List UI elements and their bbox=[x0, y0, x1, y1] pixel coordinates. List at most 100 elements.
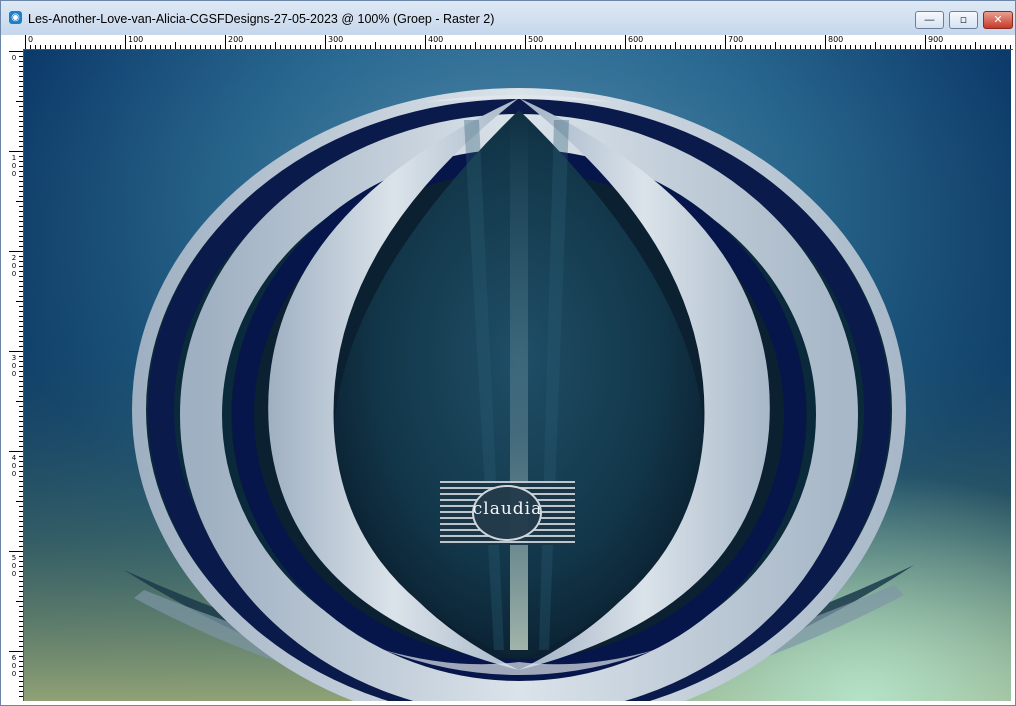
ruler-tick bbox=[940, 45, 941, 49]
ruler-tick bbox=[470, 45, 471, 49]
ruler-tick bbox=[9, 451, 23, 452]
ruler-tick bbox=[265, 45, 266, 49]
ruler-tick bbox=[195, 45, 196, 49]
ruler-tick bbox=[19, 621, 23, 622]
image-canvas[interactable]: claudia bbox=[24, 50, 1011, 701]
horizontal-ruler[interactable]: 0 100 200 300 400 500 600 700 800 900 bbox=[23, 35, 1013, 50]
app-icon: ◉ bbox=[9, 11, 22, 24]
ruler-tick bbox=[19, 406, 23, 407]
ruler-tick bbox=[19, 286, 23, 287]
ruler-tick bbox=[19, 441, 23, 442]
ruler-tick bbox=[840, 45, 841, 49]
ruler-tick bbox=[19, 446, 23, 447]
ruler-tick bbox=[120, 45, 121, 49]
ruler-tick bbox=[825, 35, 826, 49]
ruler-tick bbox=[755, 45, 756, 49]
ruler-tick bbox=[990, 45, 991, 49]
ruler-tick bbox=[16, 401, 23, 402]
ruler-tick bbox=[290, 45, 291, 49]
ruler-tick bbox=[19, 691, 23, 692]
ruler-tick bbox=[480, 45, 481, 49]
ruler-tick bbox=[40, 45, 41, 49]
ruler-tick bbox=[19, 281, 23, 282]
ruler-tick bbox=[19, 126, 23, 127]
ruler-tick bbox=[205, 45, 206, 49]
ruler-tick bbox=[960, 45, 961, 49]
ruler-tick bbox=[155, 45, 156, 49]
ruler-tick bbox=[19, 381, 23, 382]
ruler-tick bbox=[19, 456, 23, 457]
ruler-tick bbox=[130, 45, 131, 49]
ruler-tick bbox=[95, 45, 96, 49]
ruler-corner[interactable] bbox=[9, 35, 24, 50]
ruler-tick bbox=[19, 211, 23, 212]
title-bar[interactable]: ◉ Les-Another-Love-van-Alicia-CGSFDesign… bbox=[1, 1, 1015, 36]
ruler-tick bbox=[385, 45, 386, 49]
ruler-tick bbox=[19, 661, 23, 662]
ruler-tick bbox=[425, 35, 426, 49]
ruler-tick bbox=[180, 45, 181, 49]
ruler-tick bbox=[510, 45, 511, 49]
minimize-button[interactable]: — bbox=[915, 11, 944, 29]
ruler-tick bbox=[415, 45, 416, 49]
ruler-tick bbox=[865, 45, 866, 49]
ruler-tick bbox=[19, 476, 23, 477]
ruler-tick bbox=[19, 296, 23, 297]
ruler-tick bbox=[945, 45, 946, 49]
ruler-tick bbox=[460, 45, 461, 49]
ruler-tick bbox=[920, 45, 921, 49]
restore-button[interactable]: ▫ bbox=[949, 11, 978, 29]
ruler-tick bbox=[930, 45, 931, 49]
ruler-tick bbox=[805, 45, 806, 49]
ruler-tick bbox=[19, 371, 23, 372]
ruler-tick bbox=[815, 45, 816, 49]
ruler-tick bbox=[115, 45, 116, 49]
ruler-tick bbox=[19, 636, 23, 637]
ruler-tick bbox=[745, 45, 746, 49]
ruler-tick bbox=[520, 45, 521, 49]
ruler-tick bbox=[19, 366, 23, 367]
ruler-tick bbox=[19, 161, 23, 162]
ruler-tick bbox=[19, 56, 23, 57]
ruler-tick bbox=[19, 321, 23, 322]
ruler-tick bbox=[85, 45, 86, 49]
ruler-tick bbox=[19, 411, 23, 412]
ruler-tick bbox=[19, 511, 23, 512]
ruler-tick bbox=[455, 45, 456, 49]
ruler-tick bbox=[570, 45, 571, 49]
ruler-tick bbox=[590, 45, 591, 49]
ruler-tick bbox=[19, 266, 23, 267]
vertical-ruler[interactable]: 0 100 200 300 400 500 600 bbox=[9, 49, 24, 701]
ruler-tick bbox=[100, 45, 101, 49]
ruler-label: 800 bbox=[828, 35, 844, 44]
ruler-label: 600 bbox=[628, 35, 644, 44]
ruler-tick bbox=[890, 45, 891, 49]
ruler-tick bbox=[19, 656, 23, 657]
ruler-tick bbox=[440, 45, 441, 49]
ruler-label: 100 bbox=[11, 154, 17, 178]
ruler-tick bbox=[285, 45, 286, 49]
close-button[interactable]: ✕ bbox=[983, 11, 1013, 29]
ruler-tick bbox=[9, 151, 23, 152]
ruler-tick bbox=[410, 45, 411, 49]
ruler-tick bbox=[25, 35, 26, 49]
ruler-tick bbox=[19, 191, 23, 192]
ruler-tick bbox=[935, 45, 936, 49]
ruler-tick bbox=[19, 121, 23, 122]
ruler-tick bbox=[355, 45, 356, 49]
ruler-tick bbox=[800, 45, 801, 49]
ruler-tick bbox=[190, 45, 191, 49]
ruler-tick bbox=[19, 111, 23, 112]
ruler-tick bbox=[19, 641, 23, 642]
ruler-tick bbox=[19, 676, 23, 677]
ruler-tick bbox=[16, 501, 23, 502]
ruler-tick bbox=[370, 45, 371, 49]
ruler-tick bbox=[19, 591, 23, 592]
ruler-tick bbox=[880, 45, 881, 49]
ruler-tick bbox=[19, 586, 23, 587]
ruler-tick bbox=[255, 45, 256, 49]
ruler-tick bbox=[250, 45, 251, 49]
ruler-tick bbox=[19, 536, 23, 537]
ruler-tick bbox=[45, 45, 46, 49]
ruler-tick bbox=[19, 506, 23, 507]
